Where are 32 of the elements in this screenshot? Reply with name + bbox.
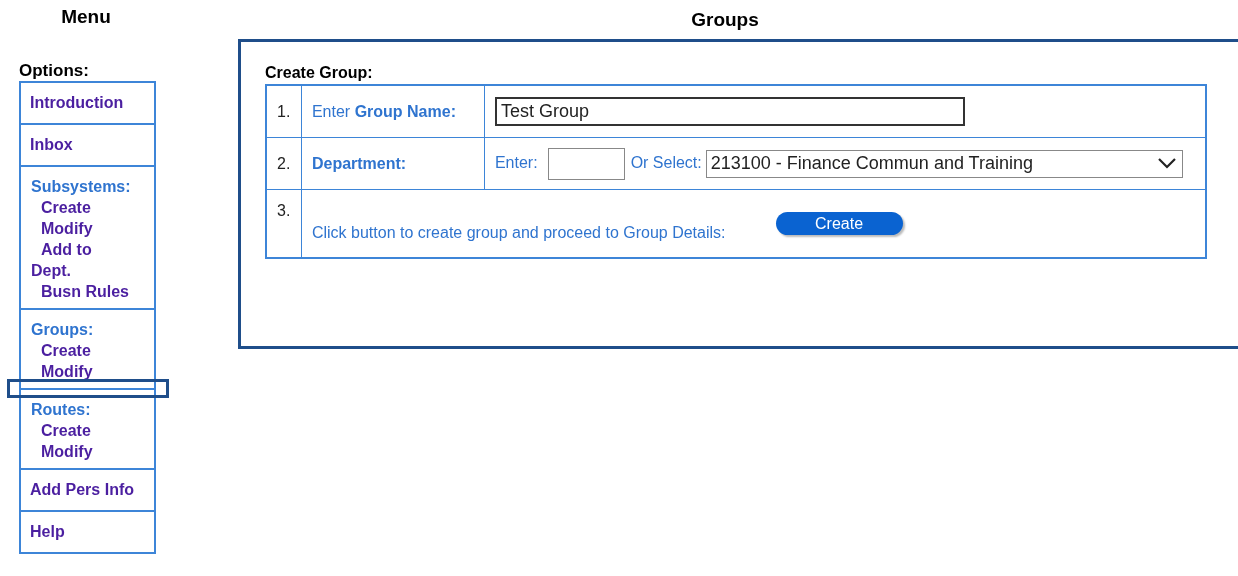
menu-section-heading: Subsystems: bbox=[31, 177, 131, 197]
menu-link[interactable]: Introduction bbox=[30, 92, 124, 113]
menu-link[interactable]: Modify bbox=[31, 441, 93, 462]
menu-link[interactable]: Create bbox=[31, 340, 91, 361]
menu-title: Menu bbox=[60, 6, 112, 28]
instruction-text: Click button to create group and proceed to Group Details: bbox=[311, 224, 726, 241]
menu-link[interactable]: Busn Rules bbox=[31, 281, 129, 302]
menu-link[interactable]: Inbox bbox=[30, 134, 73, 155]
field-label: Department: bbox=[311, 154, 407, 172]
field-label: Enter: bbox=[494, 153, 538, 171]
menu-link[interactable]: Help bbox=[30, 521, 65, 542]
page-title: Groups bbox=[690, 9, 760, 31]
group-name-field[interactable]: Test Group bbox=[494, 97, 965, 126]
menu-link[interactable]: Add to Dept. bbox=[31, 239, 131, 281]
options-label: Options: bbox=[19, 61, 89, 81]
menu-link[interactable]: Add Pers Info bbox=[30, 479, 134, 500]
form-title: Create Group: bbox=[265, 64, 374, 82]
menu-link[interactable]: Modify bbox=[31, 361, 93, 382]
create-button[interactable]: Create bbox=[775, 212, 903, 235]
department-select[interactable]: 213100 - Finance Commun and Training bbox=[705, 149, 1183, 178]
field-label: Enter Group Name: bbox=[311, 102, 456, 120]
step-number: 3. bbox=[277, 202, 291, 219]
chevron-down-icon bbox=[1157, 158, 1176, 169]
menu-link[interactable]: Create bbox=[31, 197, 91, 218]
menu-section-heading: Groups: bbox=[31, 320, 94, 340]
step-number: 1. bbox=[277, 102, 291, 120]
field-label: Or Select: bbox=[630, 153, 702, 171]
department-code-field[interactable] bbox=[547, 147, 625, 180]
menu-link[interactable]: Modify bbox=[31, 218, 93, 239]
step-number: 2. bbox=[277, 154, 291, 172]
menu-section-heading: Routes: bbox=[31, 400, 91, 420]
menu-link[interactable]: Create bbox=[31, 420, 91, 441]
